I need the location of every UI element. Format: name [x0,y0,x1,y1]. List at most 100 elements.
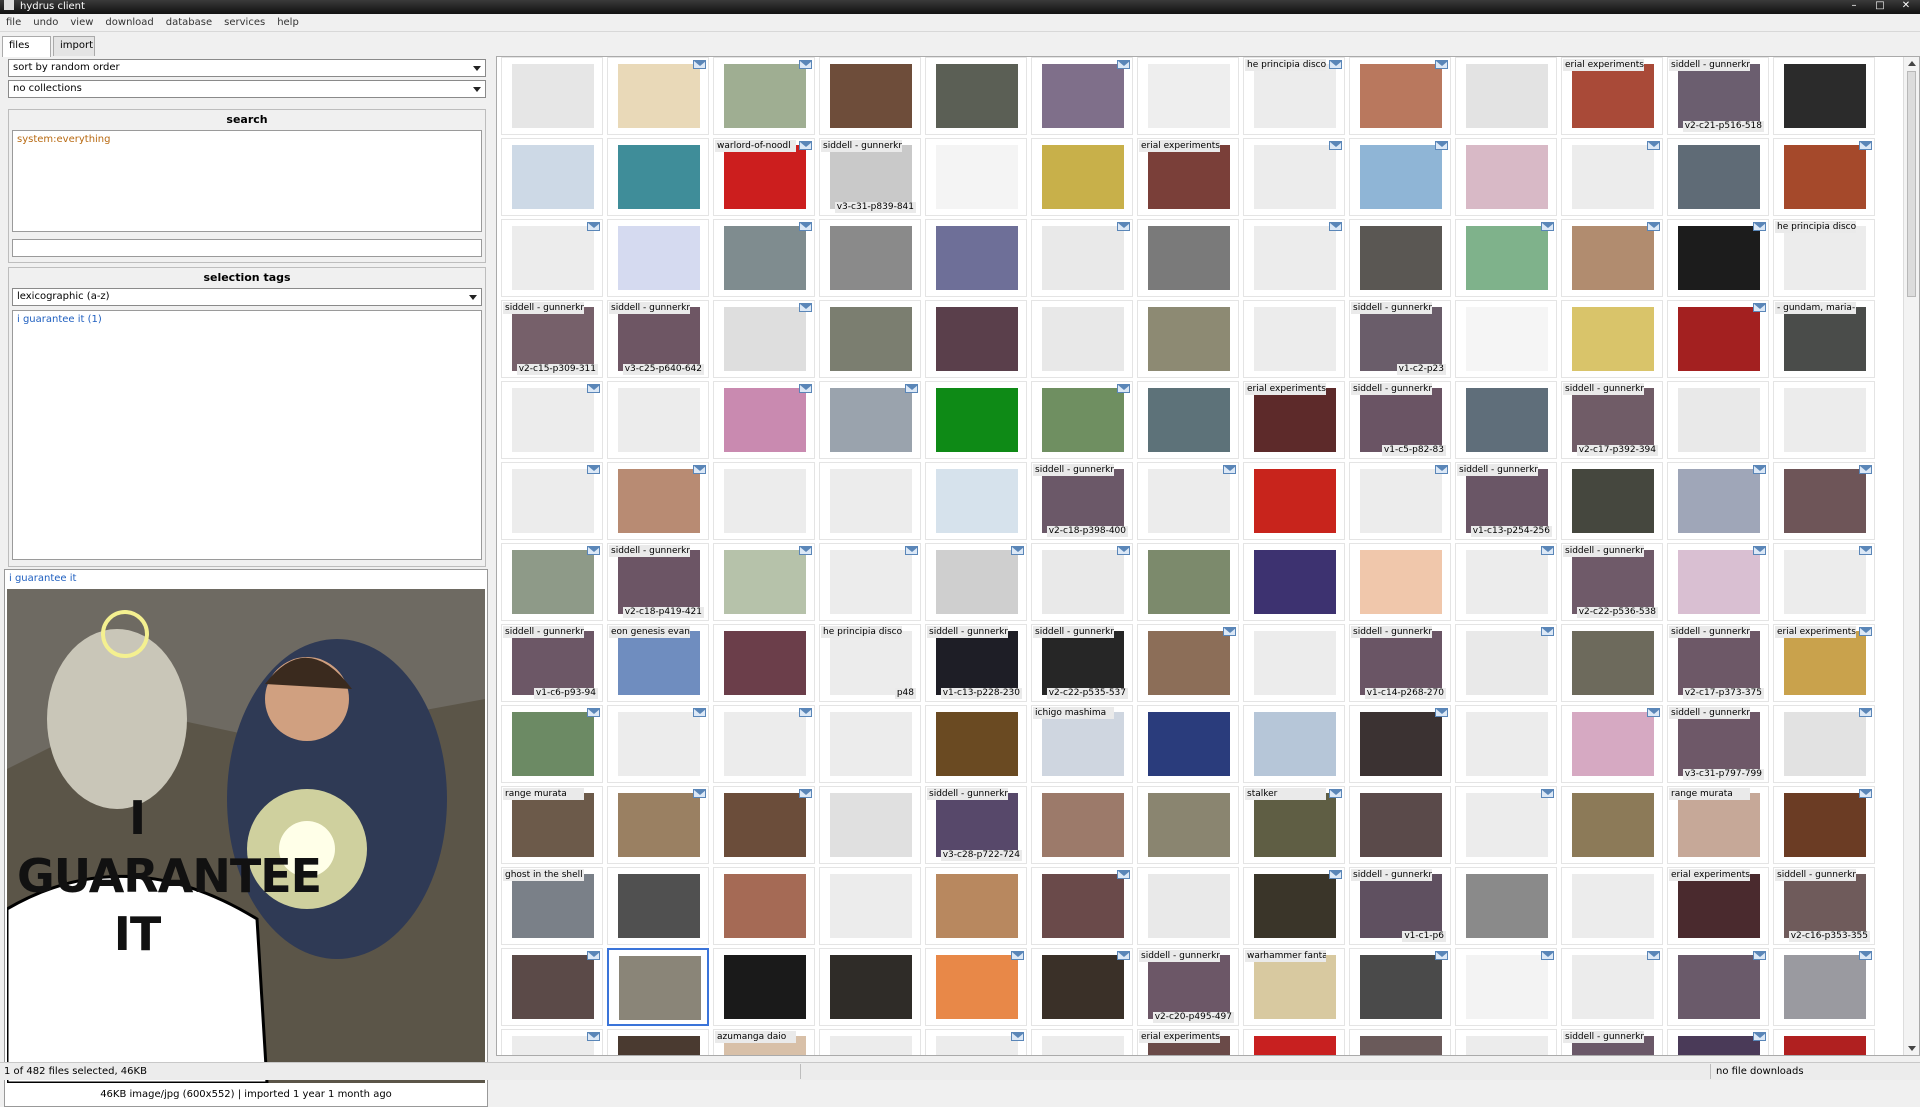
thumbnail[interactable]: siddell - gunnerkri v2-c17-p392-394 [1561,381,1663,459]
thumbnail[interactable] [1455,1029,1557,1055]
thumbnail[interactable]: siddell - gunnerkri v1-c13-p228-230 [925,624,1027,702]
thumbnail[interactable] [1243,219,1345,297]
thumbnail[interactable]: siddell - gunnerkrigg c v1-c13-p254-256 [1455,462,1557,540]
thumbnail[interactable] [1137,543,1239,621]
thumbnail[interactable] [819,381,921,459]
thumbnail[interactable] [1137,57,1239,135]
thumbnail[interactable] [1667,381,1769,459]
thumbnail[interactable]: erial experiments lai [1137,138,1239,216]
thumbnail[interactable] [1667,219,1769,297]
thumbnail[interactable] [1455,57,1557,135]
thumbnail[interactable] [1349,948,1451,1026]
thumbnail[interactable] [1773,138,1875,216]
thumbnail[interactable] [607,57,709,135]
thumbnail[interactable] [713,543,815,621]
thumbnail[interactable] [1137,462,1239,540]
thumbnail[interactable] [1031,138,1133,216]
scroll-down-icon[interactable] [1908,1046,1916,1051]
thumbnail[interactable] [1667,1029,1769,1055]
menu-download[interactable]: download [99,14,159,32]
thumbnail[interactable] [1455,138,1557,216]
menu-help[interactable]: help [271,14,305,32]
thumbnail[interactable] [713,462,815,540]
thumbnail[interactable]: he principia discordi [1773,219,1875,297]
thumbnail[interactable] [501,1029,603,1055]
thumbnail[interactable] [1455,624,1557,702]
thumbnail[interactable]: range murata [1667,786,1769,864]
thumbnail[interactable] [1667,300,1769,378]
thumbnail[interactable] [1349,462,1451,540]
menu-services[interactable]: services [218,14,271,32]
thumbnail[interactable]: erial experiments lai [1667,867,1769,945]
tab-import[interactable]: import [53,36,95,56]
thumbnail[interactable] [1243,705,1345,783]
thumbnail[interactable]: siddell - gunnerkrigg c v2-c17-p373-375 [1667,624,1769,702]
thumbnail[interactable]: - gundam, maria- [1773,300,1875,378]
close-button[interactable]: ✕ [1894,0,1918,12]
thumbnail[interactable] [713,300,815,378]
thumbnail[interactable] [819,705,921,783]
thumbnail[interactable] [1031,381,1133,459]
thumbnail[interactable] [1137,300,1239,378]
minimize-button[interactable]: – [1842,0,1866,12]
thumbnail[interactable]: siddell - gunnerkri v1-c1-p6 [1349,867,1451,945]
thumbnail[interactable]: siddell - gunnerkrigg c [1561,1029,1663,1055]
thumbnail[interactable] [1243,138,1345,216]
thumbnail[interactable]: siddell - gunnerkri v1-c14-p268-270 [1349,624,1451,702]
thumbnail[interactable] [1031,543,1133,621]
thumbnail[interactable] [501,381,603,459]
thumbnail[interactable] [1031,1029,1133,1055]
thumbnail[interactable] [1561,219,1663,297]
thumbnail[interactable] [1561,786,1663,864]
thumbnail[interactable] [925,867,1027,945]
thumbnail[interactable] [1773,786,1875,864]
menu-view[interactable]: view [64,14,99,32]
thumbnail[interactable] [819,1029,921,1055]
thumbnail[interactable] [713,786,815,864]
thumbnail[interactable] [819,867,921,945]
thumbnail[interactable] [713,624,815,702]
thumbnail[interactable] [607,786,709,864]
thumbnail[interactable]: siddell - gunnerkrigg c v3-c31-p839-841 [819,138,921,216]
thumbnail[interactable] [1455,381,1557,459]
thumbnail[interactable] [1031,219,1133,297]
thumbnail[interactable] [607,1029,709,1055]
thumbnail[interactable] [1349,219,1451,297]
thumbnail[interactable] [607,381,709,459]
thumbnail[interactable] [1455,300,1557,378]
thumbnail[interactable] [1561,705,1663,783]
thumbnail[interactable] [1349,57,1451,135]
thumbnail[interactable] [1455,867,1557,945]
thumbnail[interactable] [819,57,921,135]
thumbnail[interactable] [1561,867,1663,945]
tag-sort-dropdown[interactable]: lexicographic (a-z) [12,288,482,306]
thumbnail[interactable]: siddell - gunnerkri v1-c5-p82-83 [1349,381,1451,459]
sort-dropdown[interactable]: sort by random order [8,59,486,77]
thumbnail[interactable] [1773,948,1875,1026]
thumbnail[interactable] [713,705,815,783]
thumbnail[interactable] [1137,786,1239,864]
thumbnail[interactable]: siddell - gunnerkri v3-c28-p722-724 [925,786,1027,864]
thumbnail[interactable]: erial experiments [1773,624,1875,702]
thumbnail[interactable]: siddell - gunnerkri v1-c2-p23 [1349,300,1451,378]
thumbnail[interactable]: ghost in the shell [501,867,603,945]
thumbnail[interactable] [1773,57,1875,135]
menu-database[interactable]: database [160,14,218,32]
thumbnail[interactable] [713,867,815,945]
thumbnail[interactable] [501,57,603,135]
thumbnail[interactable]: siddell - gunnerkri v2-c21-p516-518 [1667,57,1769,135]
thumbnail[interactable] [1773,381,1875,459]
thumbnail[interactable] [925,543,1027,621]
thumbnail[interactable]: ichigo mashima [1031,705,1133,783]
thumbnail[interactable] [1455,543,1557,621]
thumbnail[interactable] [607,219,709,297]
thumbnail[interactable] [819,219,921,297]
thumbnail[interactable] [1137,381,1239,459]
thumbnail[interactable] [1137,705,1239,783]
thumbnail[interactable] [501,543,603,621]
thumbnail[interactable] [1243,543,1345,621]
thumbnail[interactable] [713,381,815,459]
thumbnail[interactable]: siddell - gunnerkrigg c v2-c15-p309-311 [501,300,603,378]
scrollbar-thumb[interactable] [1907,71,1916,297]
thumbnail[interactable] [501,948,603,1026]
